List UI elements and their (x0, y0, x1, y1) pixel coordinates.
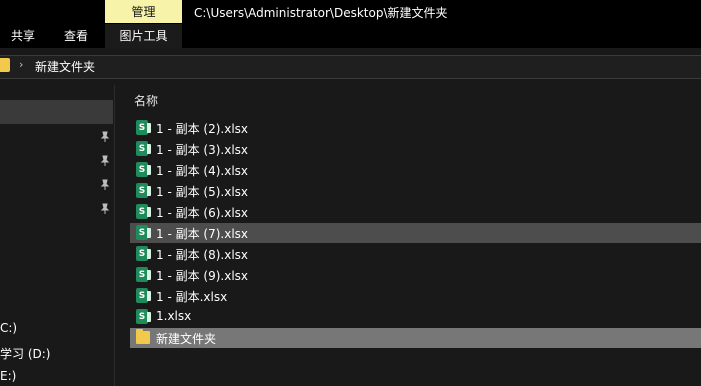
breadcrumb-folder[interactable]: 新建文件夹 (35, 58, 95, 75)
pin-icon (100, 155, 110, 166)
nav-item-selected[interactable] (0, 100, 113, 124)
folder-name: 新建文件夹 (156, 332, 217, 346)
file-name: 1 - 副本.xlsx (156, 290, 228, 304)
file-row[interactable]: S 1 - 副本 (9).xlsx (130, 265, 701, 285)
folder-icon (0, 58, 10, 72)
nav-drive-c[interactable]: C:) (0, 321, 17, 335)
chevron-right-icon[interactable]: › (19, 58, 23, 71)
file-row[interactable]: S 1 - 副本.xlsx (130, 286, 701, 306)
tab-manage[interactable]: 管理 (105, 0, 182, 23)
excel-file-icon: S (136, 183, 151, 198)
pin-icon (100, 203, 110, 214)
nav-drive-d[interactable]: 学习 (D:) (0, 345, 50, 362)
file-name: 1 - 副本 (4).xlsx (156, 164, 249, 178)
folder-row-selected[interactable]: 新建文件夹 (130, 328, 701, 348)
file-name: 1 - 副本 (9).xlsx (156, 269, 249, 283)
tab-view[interactable]: 查看 (64, 24, 88, 48)
tab-share[interactable]: 共享 (11, 24, 35, 48)
ribbon-tabs: 共享 查看 图片工具 (0, 24, 701, 48)
excel-file-icon: S (136, 246, 151, 261)
file-name: 1.xlsx (156, 309, 192, 323)
excel-file-icon: S (136, 225, 151, 240)
file-name: 1 - 副本 (8).xlsx (156, 248, 249, 262)
excel-file-icon: S (136, 120, 151, 135)
address-bar[interactable] (0, 55, 701, 79)
file-name: 1 - 副本 (7).xlsx (156, 227, 249, 241)
pin-icon (100, 131, 110, 142)
file-row[interactable]: S 1 - 副本 (8).xlsx (130, 244, 701, 264)
file-row[interactable]: S 1 - 副本 (3).xlsx (130, 139, 701, 159)
file-row[interactable]: S 1 - 副本 (4).xlsx (130, 160, 701, 180)
navigation-pane (0, 85, 115, 386)
tab-picture-tools[interactable]: 图片工具 (105, 24, 182, 48)
file-row[interactable]: S 1 - 副本 (2).xlsx (130, 118, 701, 138)
excel-file-icon: S (136, 204, 151, 219)
excel-file-icon: S (136, 267, 151, 282)
window-title: C:\Users\Administrator\Desktop\新建文件夹 (194, 6, 448, 20)
file-name: 1 - 副本 (6).xlsx (156, 206, 249, 220)
file-row[interactable]: S 1 - 副本 (6).xlsx (130, 202, 701, 222)
file-name: 1 - 副本 (2).xlsx (156, 122, 249, 136)
file-name: 1 - 副本 (3).xlsx (156, 143, 249, 157)
excel-file-icon: S (136, 309, 151, 324)
nav-drive-e[interactable]: E:) (0, 369, 16, 383)
file-name: 1 - 副本 (5).xlsx (156, 185, 249, 199)
excel-file-icon: S (136, 288, 151, 303)
excel-file-icon: S (136, 162, 151, 177)
file-row-hovered[interactable]: S 1 - 副本 (7).xlsx (130, 223, 701, 243)
pin-icon (100, 179, 110, 190)
column-header-name[interactable]: 名称 (134, 92, 158, 109)
file-row[interactable]: S 1.xlsx (130, 307, 701, 327)
excel-file-icon: S (136, 141, 151, 156)
folder-icon (136, 329, 150, 344)
file-row[interactable]: S 1 - 副本 (5).xlsx (130, 181, 701, 201)
